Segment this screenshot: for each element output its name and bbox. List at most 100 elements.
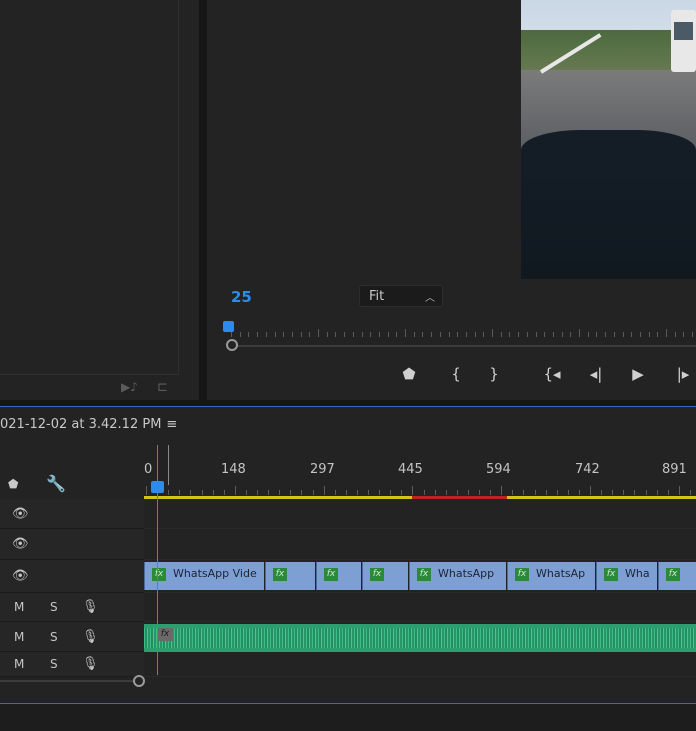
step-back-icon[interactable]: ◂| bbox=[585, 365, 607, 383]
timeline-header-tools: ⬟ 🔧 bbox=[0, 474, 144, 497]
video-clip[interactable]: fx Wha bbox=[596, 562, 657, 590]
video-clip[interactable]: fx bbox=[265, 562, 315, 590]
mute-button[interactable]: M bbox=[14, 600, 24, 614]
ruler-tick bbox=[552, 332, 554, 337]
track-a3[interactable] bbox=[144, 652, 696, 677]
timeline-ruler[interactable]: 0 148 297 445 594 742 891 bbox=[144, 457, 696, 497]
track-v3[interactable] bbox=[144, 499, 696, 529]
ruler-tick bbox=[212, 490, 214, 495]
marker-icon[interactable]: ⬟ bbox=[398, 365, 420, 383]
ruler-tick bbox=[448, 332, 450, 337]
eye-icon[interactable]: 👁 bbox=[12, 537, 29, 552]
ruler-tick bbox=[379, 490, 381, 495]
ruler-tick bbox=[518, 332, 520, 337]
ruler-tick bbox=[689, 490, 691, 495]
sequence-tab[interactable]: 021-12-02 at 3.42.12 PM ≡ bbox=[0, 417, 177, 432]
solo-button[interactable]: S bbox=[50, 657, 58, 671]
ruler-tick bbox=[601, 490, 603, 495]
timeline-zoom-scrollbar[interactable] bbox=[0, 680, 140, 682]
mark-out-icon[interactable]: } bbox=[483, 365, 505, 383]
video-clip[interactable]: fx WhatsApp Vide bbox=[144, 562, 264, 590]
mark-in-icon[interactable]: { bbox=[445, 365, 467, 383]
solo-button[interactable]: S bbox=[50, 630, 58, 644]
ruler-tick bbox=[431, 332, 433, 337]
source-panel-content bbox=[0, 0, 179, 375]
panel-divider[interactable] bbox=[199, 0, 207, 400]
timeline-playhead[interactable] bbox=[151, 481, 164, 493]
track-a2[interactable]: fx bbox=[144, 622, 696, 652]
mute-button[interactable]: M bbox=[14, 657, 24, 671]
eye-icon[interactable]: 👁 bbox=[12, 569, 29, 584]
timeline-zoom-handle[interactable] bbox=[133, 675, 145, 687]
ruler-tick bbox=[268, 490, 270, 495]
ruler-tick bbox=[605, 332, 607, 337]
microphone-icon[interactable]: 🎙 bbox=[82, 629, 99, 644]
ruler-tick bbox=[439, 332, 441, 337]
chevron-down-icon: ︿ bbox=[425, 293, 435, 304]
ruler-tick bbox=[570, 332, 572, 337]
eye-icon[interactable]: 👁 bbox=[12, 506, 29, 521]
fx-badge: fx bbox=[515, 568, 529, 581]
program-zoom-scrollbar[interactable] bbox=[235, 345, 696, 347]
microphone-icon[interactable]: 🎙 bbox=[82, 657, 99, 672]
track-header-a2: M S 🎙 bbox=[0, 622, 144, 652]
sequence-menu-icon[interactable]: ≡ bbox=[166, 417, 177, 432]
ruler-tick bbox=[422, 332, 424, 337]
solo-button[interactable]: S bbox=[50, 600, 58, 614]
ruler-tick bbox=[390, 490, 392, 495]
video-clip[interactable]: fx bbox=[658, 562, 696, 590]
ruler-tick bbox=[639, 332, 641, 337]
ruler-tick bbox=[501, 486, 503, 495]
ruler-tick bbox=[239, 332, 241, 337]
ruler-tick bbox=[412, 486, 414, 495]
export-frame-icon[interactable]: ▶♪ bbox=[121, 380, 138, 394]
mute-button[interactable]: M bbox=[14, 630, 24, 644]
ruler-tick bbox=[556, 490, 558, 495]
ruler-tick bbox=[534, 490, 536, 495]
play-icon[interactable]: ▶ bbox=[627, 365, 649, 383]
step-forward-icon[interactable]: |▸ bbox=[672, 365, 694, 383]
add-marker-icon[interactable]: ⬟ bbox=[8, 477, 18, 491]
go-to-in-icon[interactable]: {◂ bbox=[541, 365, 563, 383]
ruler-tick bbox=[168, 490, 170, 495]
program-playhead[interactable] bbox=[223, 321, 234, 332]
ruler-tick bbox=[345, 490, 347, 495]
program-zoom-handle[interactable] bbox=[226, 339, 238, 351]
ruler-tick bbox=[590, 486, 591, 495]
ruler-tick bbox=[490, 490, 492, 495]
track-header-v3: 👁 bbox=[0, 499, 144, 529]
ruler-tick bbox=[648, 332, 650, 337]
ruler-label: 742 bbox=[575, 462, 600, 477]
ruler-label: 148 bbox=[221, 462, 246, 477]
program-time-ruler[interactable] bbox=[227, 325, 696, 337]
insert-icon[interactable]: ⊏ bbox=[157, 380, 168, 395]
video-clip[interactable]: fx bbox=[362, 562, 408, 590]
zoom-select[interactable]: Fit ︿ bbox=[359, 285, 443, 307]
video-clip[interactable]: fx WhatsApp bbox=[409, 562, 506, 590]
fx-badge: fx bbox=[152, 568, 166, 581]
track-v2[interactable] bbox=[144, 529, 696, 560]
track-v1[interactable]: fx WhatsApp Vide fx fx fx fx WhatsApp fx WhatsAp… bbox=[144, 560, 696, 593]
audio-clip[interactable]: fx bbox=[144, 624, 696, 652]
ruler-tick bbox=[257, 490, 258, 495]
video-clip[interactable]: fx bbox=[316, 562, 361, 590]
wrench-icon[interactable]: 🔧 bbox=[46, 474, 66, 493]
playhead-timecode[interactable]: 25 bbox=[231, 288, 252, 306]
ruler-tick bbox=[290, 490, 292, 495]
ruler-tick bbox=[545, 490, 547, 495]
ruler-tick bbox=[370, 332, 372, 337]
ruler-tick bbox=[645, 490, 647, 495]
ruler-tick bbox=[323, 486, 325, 495]
transport-controls: ⬟ { } {◂ ◂| ▶ |▸ bbox=[207, 365, 696, 389]
track-a1[interactable] bbox=[144, 593, 696, 622]
ruler-tick bbox=[579, 329, 580, 337]
ruler-tick bbox=[523, 490, 525, 495]
timeline-playhead-line bbox=[157, 445, 158, 675]
ruler-tick bbox=[387, 332, 389, 337]
ruler-tick bbox=[344, 332, 346, 337]
ruler-tick bbox=[405, 329, 406, 337]
video-clip[interactable]: fx WhatsAp bbox=[507, 562, 595, 590]
ruler-tick bbox=[368, 490, 369, 495]
ruler-tick bbox=[318, 329, 319, 337]
microphone-icon[interactable]: 🎙 bbox=[82, 600, 99, 615]
